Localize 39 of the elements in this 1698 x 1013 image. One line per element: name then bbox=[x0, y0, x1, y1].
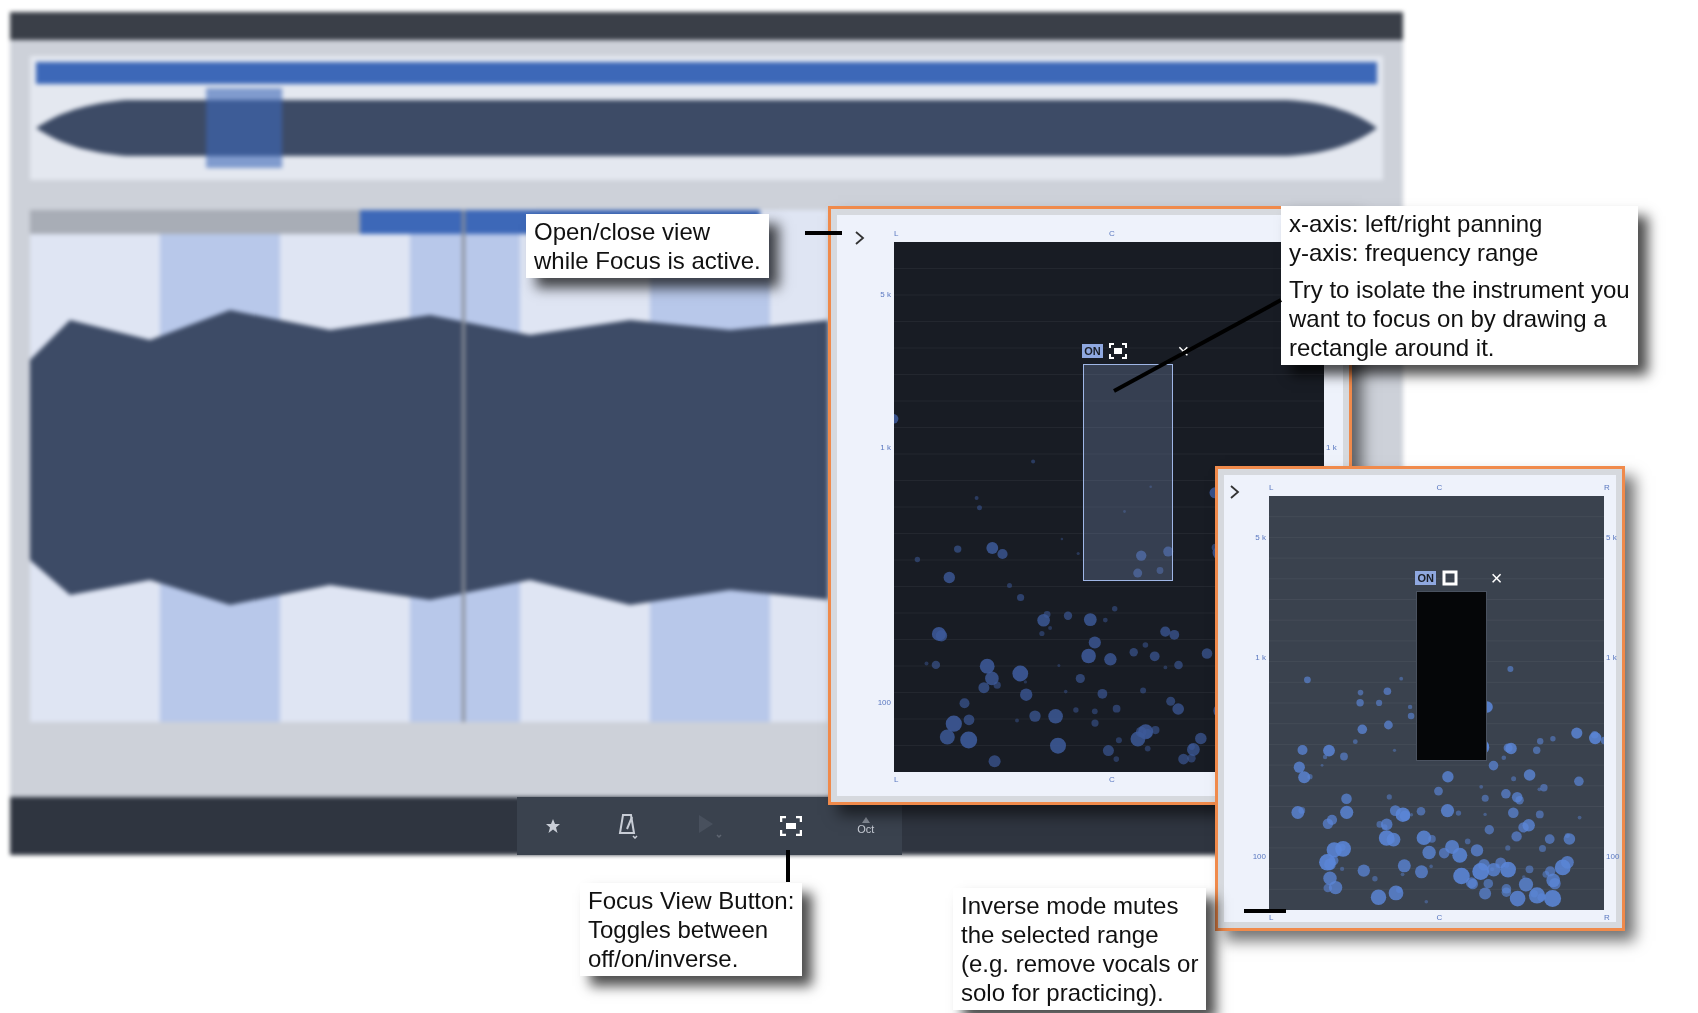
axis-label: 100 bbox=[1252, 852, 1266, 863]
axis-label: C bbox=[1109, 229, 1115, 239]
leader-line bbox=[805, 231, 842, 235]
axis-label: L bbox=[1269, 483, 1274, 493]
chevron-right-icon[interactable] bbox=[854, 230, 866, 246]
callout-text: x-axis: left/right panning y-axis: frequency range bbox=[1289, 209, 1544, 267]
axis-label: C bbox=[1436, 483, 1443, 493]
leader-line bbox=[1244, 909, 1286, 913]
callout-text: Inverse mode mutes the selected range (e.g. remove vocals or solo for practicing). bbox=[961, 891, 1199, 1007]
axis-label: 5 k bbox=[880, 289, 891, 300]
axis-label: 1 k bbox=[1255, 653, 1266, 664]
square-icon[interactable] bbox=[1442, 570, 1459, 587]
axis-label: 1 k bbox=[1606, 653, 1617, 664]
on-badge[interactable]: ON bbox=[1415, 571, 1436, 586]
axis-label: 100 bbox=[877, 697, 891, 708]
axis-label: R bbox=[1604, 483, 1610, 493]
axis-label: L bbox=[894, 229, 899, 239]
axis-label: L bbox=[894, 775, 899, 785]
axis-label: L bbox=[1269, 913, 1274, 923]
axis-label: C bbox=[1436, 913, 1443, 923]
close-button[interactable]: × bbox=[1490, 568, 1503, 589]
star-icon[interactable] bbox=[544, 818, 561, 834]
callout-text: Focus View Button: Toggles between off/on/inverse. bbox=[588, 886, 795, 973]
axis-label: 5 k bbox=[1255, 533, 1266, 544]
on-badge[interactable]: ON bbox=[1082, 343, 1103, 358]
axis-label: 100 bbox=[1606, 852, 1620, 863]
octave-button[interactable]: Oct bbox=[857, 817, 875, 835]
focus-icon[interactable] bbox=[1109, 342, 1128, 359]
axis-label: R bbox=[1604, 913, 1610, 923]
axis-label: 1 k bbox=[1326, 443, 1337, 454]
axis-label: C bbox=[1109, 775, 1115, 785]
chevron-right-icon[interactable] bbox=[1229, 484, 1241, 500]
focus-icon[interactable] bbox=[780, 816, 803, 836]
up-triangle-icon bbox=[861, 817, 870, 823]
callout-text: Open/close view while Focus is active. bbox=[534, 217, 761, 275]
leader-line bbox=[786, 850, 790, 882]
callout-text: Try to isolate the instrument you want to focus on by drawing a rectangle around it. bbox=[1289, 275, 1630, 362]
axis-label: 1 k bbox=[880, 443, 891, 454]
axis-label: 5 k bbox=[1606, 533, 1617, 544]
